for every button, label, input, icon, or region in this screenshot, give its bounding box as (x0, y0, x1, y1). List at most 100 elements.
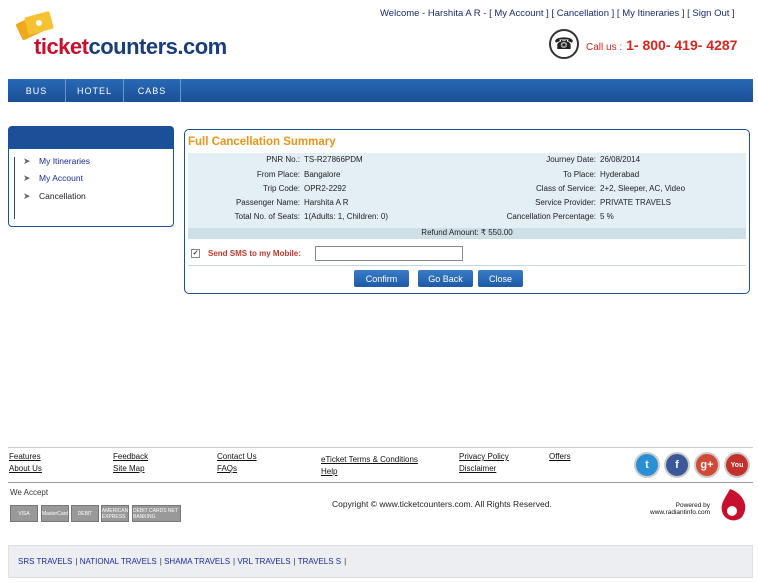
debit-card-icon: DEBIT (71, 505, 99, 522)
table-row: Total No. of Seats: 1(Adults: 1, Childre… (188, 212, 746, 226)
copyright: Copyright © www.ticketcounters.com. All … (332, 499, 552, 509)
footer-link-privacy[interactable]: Privacy Policy (459, 452, 509, 461)
cancellation-summary-panel: Full Cancellation Summary PNR No.: TS-R2… (184, 129, 750, 294)
twitter-icon[interactable]: t (634, 452, 660, 478)
nav-cabs[interactable]: CABS (124, 79, 181, 102)
mastercard-icon: MasterCard (41, 505, 69, 522)
sidebar-header (9, 127, 173, 149)
operator-link-shama[interactable]: SHAMA TRAVELS (164, 557, 230, 566)
powered-by-url[interactable]: www.radiantinfo.com (640, 509, 710, 516)
field-value: 2+2, Sleeper, AC, Video (600, 184, 686, 193)
field-value: 1(Adults: 1, Children: 0) (304, 212, 389, 221)
refund-value: ₹ 550.00 (480, 228, 513, 237)
call-us-label: Call us : (586, 42, 623, 53)
my-account-link[interactable]: My Account (494, 8, 543, 19)
sidebar-item-account[interactable]: ➤ My Account (23, 173, 83, 183)
field-label: Class of Service: (535, 184, 596, 193)
field-value: Hyderabad (600, 170, 640, 179)
field-label: Service Provider: (535, 198, 596, 207)
sidebar-item-label: Cancellation (39, 191, 86, 201)
panel-title: Full Cancellation Summary (188, 136, 336, 148)
arrow-right-icon: ➤ (23, 173, 31, 183)
field-label: Trip Code: (262, 184, 300, 193)
details-table: PNR No.: TS-R27866PDM Journey Date: 26/0… (188, 153, 746, 237)
field-value: OPR2-2292 (304, 184, 347, 193)
powered-by-label: Powered by (675, 502, 710, 509)
table-row: Trip Code: OPR2-2292 Class of Service: 2… (188, 184, 746, 198)
my-itineraries-link[interactable]: My Itineraries (622, 8, 679, 19)
operator-link-vrl[interactable]: VRL TRAVELS (237, 557, 290, 566)
field-label: Total No. of Seats: (234, 212, 300, 221)
phone-icon: ☎ (549, 29, 579, 59)
mobile-input[interactable] (315, 246, 463, 261)
go-back-button[interactable]: Go Back (418, 270, 473, 287)
phone-number: 1- 800- 419- 4287 (626, 37, 738, 53)
logo-text-b: counters.com (88, 34, 227, 59)
footer-divider (8, 447, 753, 448)
refund-amount: Refund Amount: ₹ 550.00 (188, 228, 746, 239)
nav-bus[interactable]: BUS (8, 79, 66, 102)
sidebar-item-cancellation[interactable]: ➤ Cancellation (23, 191, 86, 201)
powered-by: Powered by www.radiantinfo.com (640, 502, 710, 516)
logo-text-a: ticket (34, 34, 89, 59)
footer-divider (8, 482, 753, 483)
google-plus-icon[interactable]: g+ (694, 452, 720, 478)
sidebar-item-itineraries[interactable]: ➤ My Itineraries (23, 156, 90, 166)
footer-link-faqs[interactable]: FAQs (217, 464, 237, 473)
field-value: Harshita A R (304, 198, 349, 207)
field-label: Passenger Name: (235, 198, 300, 207)
footer-link-disclaimer[interactable]: Disclaimer (459, 464, 496, 473)
youtube-icon[interactable]: You (724, 452, 750, 478)
field-label: PNR No.: (266, 155, 300, 164)
sidebar: ➤ My Itineraries ➤ My Account ➤ Cancella… (8, 126, 174, 227)
footer-link-sitemap[interactable]: Site Map (113, 464, 145, 473)
field-label: Journey Date: (546, 155, 596, 164)
welcome-text: Welcome - Harshita A R - (380, 8, 487, 19)
sms-label: Send SMS to my Mobile: (208, 249, 301, 258)
operator-link-national[interactable]: NATIONAL TRAVELS (80, 557, 157, 566)
operators-bar: SRS TRAVELS | NATIONAL TRAVELS | SHAMA TRA… (8, 545, 753, 578)
sms-checkbox[interactable]: ✓ (191, 249, 200, 258)
operator-link-srs[interactable]: SRS TRAVELS (18, 557, 72, 566)
divider (188, 265, 746, 266)
operator-link-travels-s[interactable]: TRAVELS S (298, 557, 341, 566)
field-value: PRIVATE TRAVELS (600, 198, 671, 207)
table-row: PNR No.: TS-R27866PDM Journey Date: 26/0… (188, 155, 746, 169)
call-us: Call us :1- 800- 419- 4287 (586, 37, 737, 53)
sidebar-item-label: My Itineraries (39, 156, 91, 166)
logo[interactable]: ticketcounters.com (12, 4, 232, 66)
sidebar-divider (14, 157, 15, 219)
field-value: TS-R27866PDM (304, 155, 363, 164)
nav-hotel[interactable]: HOTEL (66, 79, 124, 102)
radiant-logo-icon (721, 489, 746, 521)
field-label: From Place: (256, 170, 300, 179)
sidebar-item-label: My Account (39, 173, 83, 183)
footer-link-terms[interactable]: eTicket Terms & Conditions (321, 455, 418, 464)
footer-link-feedback[interactable]: Feedback (113, 452, 148, 461)
amex-card-icon: AMERICAN EXPRESS (101, 505, 129, 522)
field-value: 26/08/2014 (600, 155, 641, 164)
sms-option: ✓ Send SMS to my Mobile: (191, 249, 301, 258)
field-label: Cancellation Percentage: (506, 212, 596, 221)
cancellation-link[interactable]: Cancellation (557, 8, 609, 19)
footer-link-features[interactable]: Features (9, 452, 41, 461)
confirm-button[interactable]: Confirm (354, 270, 409, 287)
refund-label: Refund Amount: (421, 228, 479, 237)
footer-link-offers[interactable]: Offers (549, 452, 571, 461)
arrow-right-icon: ➤ (23, 156, 31, 166)
table-row: Passenger Name: Harshita A R Service Pro… (188, 198, 746, 212)
main-nav: BUS HOTEL CABS (8, 79, 753, 102)
visa-card-icon: VISA (10, 505, 38, 522)
table-row: From Place: Bangalore To Place: Hyderaba… (188, 170, 746, 184)
welcome-bar: Welcome - Harshita A R - [ My Account ] … (380, 8, 735, 19)
facebook-icon[interactable]: f (664, 452, 690, 478)
field-value: Bangalore (304, 170, 341, 179)
close-button[interactable]: Close (478, 270, 523, 287)
arrow-right-icon: ➤ (23, 191, 31, 201)
we-accept-label: We Accept (10, 488, 49, 497)
footer-link-about[interactable]: About Us (9, 464, 42, 473)
footer-link-help[interactable]: Help (321, 467, 337, 476)
sign-out-link[interactable]: Sign Out (692, 8, 729, 19)
net-banking-icon: DEBIT CARDS NET BANKING (132, 505, 181, 522)
footer-link-contact[interactable]: Contact Us (217, 452, 257, 461)
